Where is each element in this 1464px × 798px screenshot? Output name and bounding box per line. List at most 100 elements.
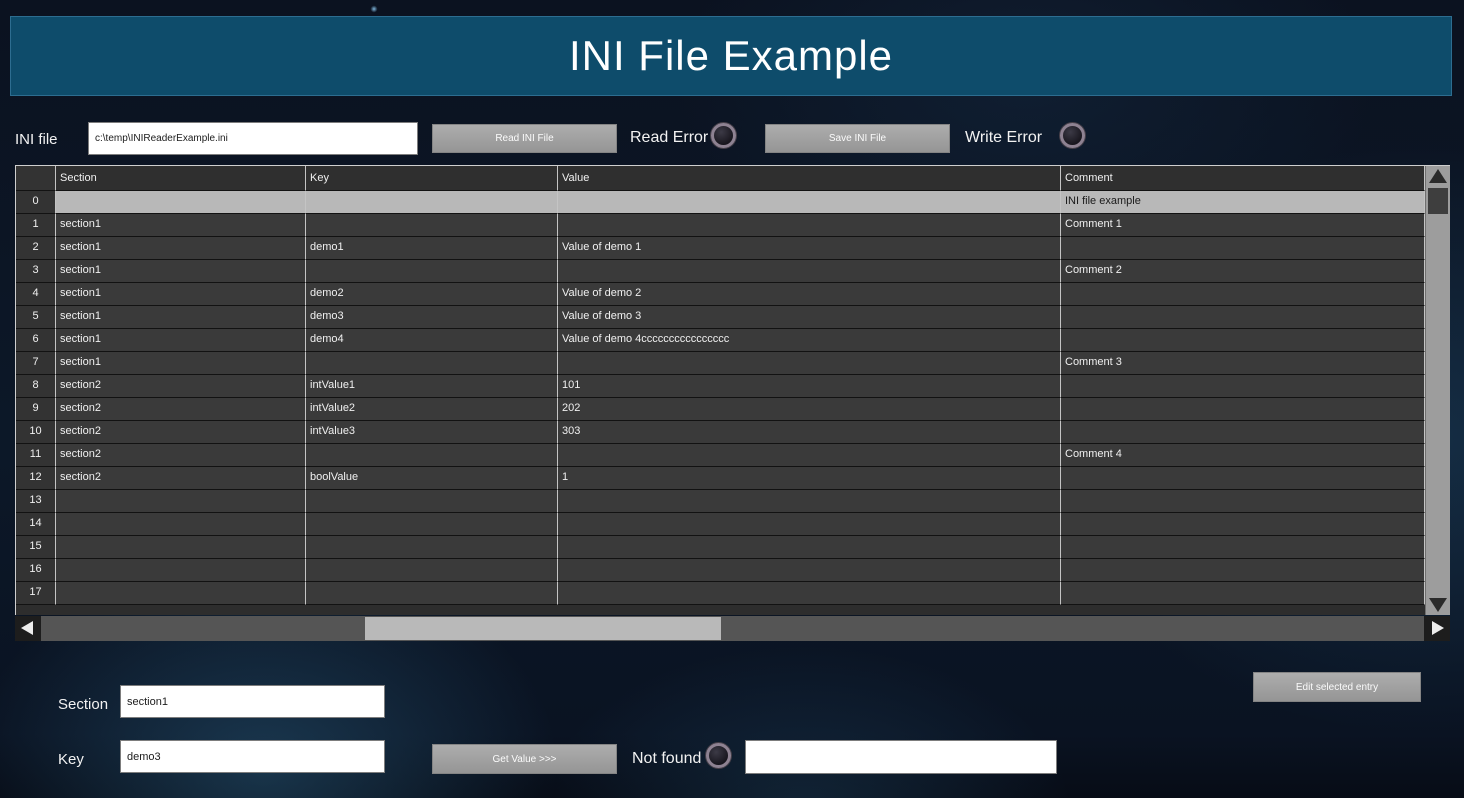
comment-cell[interactable]: Comment 3 xyxy=(1061,352,1425,375)
comment-cell[interactable]: INI file example xyxy=(1061,191,1425,214)
value-cell[interactable] xyxy=(558,352,1061,375)
key-cell[interactable] xyxy=(306,352,558,375)
comment-cell[interactable] xyxy=(1061,513,1425,536)
section-cell[interactable]: section1 xyxy=(56,329,306,352)
section-cell[interactable] xyxy=(56,191,306,214)
comment-cell[interactable] xyxy=(1061,467,1425,490)
key-input[interactable] xyxy=(120,740,385,773)
table-row[interactable]: 10section2intValue3303 xyxy=(16,421,1425,444)
key-cell[interactable]: demo2 xyxy=(306,283,558,306)
save-ini-file-button[interactable]: Save INI File xyxy=(765,124,950,153)
table-row[interactable]: 16 xyxy=(16,559,1425,582)
value-cell[interactable]: 303 xyxy=(558,421,1061,444)
key-cell[interactable] xyxy=(306,582,558,605)
key-cell[interactable]: intValue1 xyxy=(306,375,558,398)
key-cell[interactable] xyxy=(306,513,558,536)
scroll-down-arrow-icon[interactable] xyxy=(1429,598,1447,612)
section-input[interactable] xyxy=(120,685,385,718)
table-row[interactable]: 0INI file example xyxy=(16,191,1425,214)
value-cell[interactable]: 101 xyxy=(558,375,1061,398)
section-cell[interactable] xyxy=(56,559,306,582)
scroll-left-arrow-icon[interactable] xyxy=(15,616,41,641)
table-row[interactable]: 2section1demo1Value of demo 1 xyxy=(16,237,1425,260)
value-cell[interactable] xyxy=(558,191,1061,214)
table-row[interactable]: 6section1demo4Value of demo 4ccccccccccc… xyxy=(16,329,1425,352)
table-row[interactable]: 3section1Comment 2 xyxy=(16,260,1425,283)
comment-cell[interactable] xyxy=(1061,329,1425,352)
key-cell[interactable] xyxy=(306,444,558,467)
key-cell[interactable] xyxy=(306,191,558,214)
section-cell[interactable]: section1 xyxy=(56,306,306,329)
table-row[interactable]: 11section2Comment 4 xyxy=(16,444,1425,467)
value-cell[interactable]: Value of demo 3 xyxy=(558,306,1061,329)
value-cell[interactable] xyxy=(558,536,1061,559)
comment-cell[interactable] xyxy=(1061,421,1425,444)
key-cell[interactable]: demo1 xyxy=(306,237,558,260)
section-cell[interactable]: section2 xyxy=(56,375,306,398)
value-cell[interactable] xyxy=(558,490,1061,513)
table-row[interactable]: 5section1demo3Value of demo 3 xyxy=(16,306,1425,329)
comment-cell[interactable] xyxy=(1061,283,1425,306)
key-cell[interactable]: intValue2 xyxy=(306,398,558,421)
table-row[interactable]: 9section2intValue2202 xyxy=(16,398,1425,421)
comment-cell[interactable] xyxy=(1061,559,1425,582)
section-cell[interactable] xyxy=(56,536,306,559)
value-cell[interactable] xyxy=(558,559,1061,582)
comment-cell[interactable]: Comment 1 xyxy=(1061,214,1425,237)
value-cell[interactable] xyxy=(558,260,1061,283)
ini-file-path-input[interactable] xyxy=(88,122,418,155)
key-cell[interactable] xyxy=(306,260,558,283)
comment-cell[interactable] xyxy=(1061,375,1425,398)
key-cell[interactable]: boolValue xyxy=(306,467,558,490)
table-row[interactable]: 14 xyxy=(16,513,1425,536)
table-row[interactable]: 8section2intValue1101 xyxy=(16,375,1425,398)
section-cell[interactable]: section2 xyxy=(56,444,306,467)
section-cell[interactable]: section2 xyxy=(56,421,306,444)
section-cell[interactable]: section2 xyxy=(56,398,306,421)
table-row[interactable]: 13 xyxy=(16,490,1425,513)
value-cell[interactable] xyxy=(558,444,1061,467)
comment-cell[interactable] xyxy=(1061,582,1425,605)
value-cell[interactable]: Value of demo 4cccccccccccccccc xyxy=(558,329,1061,352)
value-cell[interactable]: 1 xyxy=(558,467,1061,490)
read-ini-file-button[interactable]: Read INI File xyxy=(432,124,617,153)
horizontal-scrollbar[interactable] xyxy=(15,616,1450,641)
table-row[interactable]: 7section1Comment 3 xyxy=(16,352,1425,375)
horizontal-scrollbar-thumb[interactable] xyxy=(365,617,721,640)
table-row[interactable]: 12section2boolValue1 xyxy=(16,467,1425,490)
key-cell[interactable]: demo4 xyxy=(306,329,558,352)
section-cell[interactable]: section1 xyxy=(56,352,306,375)
section-cell[interactable]: section2 xyxy=(56,467,306,490)
comment-cell[interactable]: Comment 2 xyxy=(1061,260,1425,283)
vertical-scrollbar-thumb[interactable] xyxy=(1428,188,1448,214)
comment-cell[interactable] xyxy=(1061,536,1425,559)
section-cell[interactable] xyxy=(56,582,306,605)
section-cell[interactable] xyxy=(56,490,306,513)
table-row[interactable]: 17 xyxy=(16,582,1425,605)
comment-cell[interactable]: Comment 4 xyxy=(1061,444,1425,467)
section-cell[interactable] xyxy=(56,513,306,536)
get-value-button[interactable]: Get Value >>> xyxy=(432,744,617,774)
comment-cell[interactable] xyxy=(1061,398,1425,421)
comment-cell[interactable] xyxy=(1061,490,1425,513)
key-cell[interactable]: intValue3 xyxy=(306,421,558,444)
value-cell[interactable] xyxy=(558,214,1061,237)
key-cell[interactable] xyxy=(306,536,558,559)
comment-cell[interactable] xyxy=(1061,306,1425,329)
table-row[interactable]: 1section1Comment 1 xyxy=(16,214,1425,237)
table-row[interactable]: 4section1demo2Value of demo 2 xyxy=(16,283,1425,306)
value-cell[interactable] xyxy=(558,513,1061,536)
scroll-up-arrow-icon[interactable] xyxy=(1429,169,1447,183)
value-cell[interactable]: Value of demo 1 xyxy=(558,237,1061,260)
key-cell[interactable]: demo3 xyxy=(306,306,558,329)
edit-selected-entry-button[interactable]: Edit selected entry xyxy=(1253,672,1421,702)
key-cell[interactable] xyxy=(306,490,558,513)
section-cell[interactable]: section1 xyxy=(56,214,306,237)
value-cell[interactable]: Value of demo 2 xyxy=(558,283,1061,306)
scroll-right-arrow-icon[interactable] xyxy=(1424,616,1450,641)
value-cell[interactable] xyxy=(558,582,1061,605)
comment-cell[interactable] xyxy=(1061,237,1425,260)
vertical-scrollbar[interactable] xyxy=(1425,166,1450,615)
section-cell[interactable]: section1 xyxy=(56,237,306,260)
section-cell[interactable]: section1 xyxy=(56,260,306,283)
